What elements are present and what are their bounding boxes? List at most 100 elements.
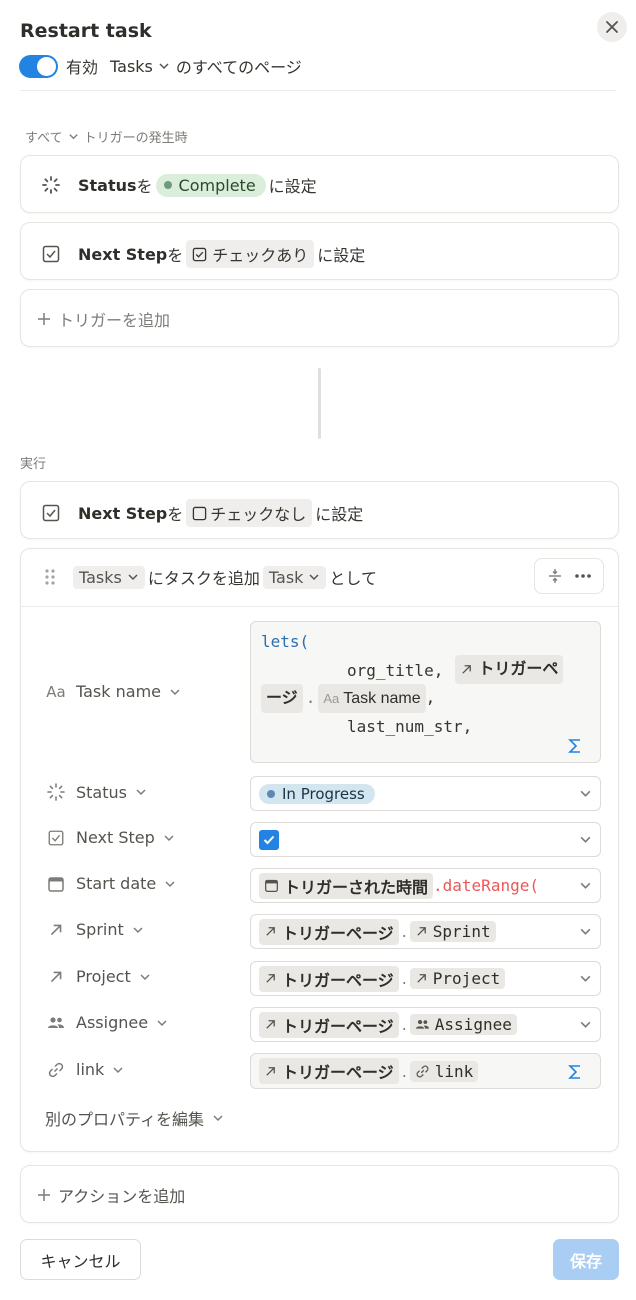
- trigger-page-chip-continued[interactable]: ージ: [261, 684, 303, 713]
- relation-arrow-icon: [266, 927, 275, 936]
- database-select[interactable]: Tasks: [110, 57, 176, 76]
- prop-label-project[interactable]: Project: [45, 967, 151, 986]
- relation-arrow-icon: [417, 974, 426, 983]
- start-date-formula[interactable]: トリガーされた時間 .dateRange(: [250, 868, 601, 903]
- drag-handle-icon[interactable]: [43, 567, 57, 587]
- enabled-label: 有効: [66, 58, 99, 77]
- formula-sigma-icon[interactable]: [568, 1064, 582, 1080]
- dialog-title: Restart task: [20, 20, 152, 42]
- prop-label-start-date[interactable]: Start date: [45, 874, 176, 893]
- trigger-page-chip[interactable]: トリガーペ: [455, 655, 564, 684]
- plus-icon: [38, 313, 50, 325]
- chevron-down-icon: [580, 928, 591, 935]
- relation-arrow-icon: [266, 1066, 275, 1076]
- trigger-suffix: に設定: [317, 246, 366, 265]
- chevron-down-icon: [580, 882, 591, 889]
- prop-label-task-name[interactable]: Aa Task name: [45, 682, 181, 701]
- prop-label-next-step[interactable]: Next Step: [45, 828, 175, 847]
- formula-sigma-icon[interactable]: [568, 738, 582, 754]
- formula-line: ージ. Aa Task name,: [261, 684, 590, 713]
- checked-checkbox[interactable]: [259, 829, 279, 850]
- link-prop-chip[interactable]: link: [409, 1060, 479, 1082]
- status-dot: [163, 181, 172, 189]
- action-suffix: に設定: [315, 505, 364, 524]
- assignee-value[interactable]: トリガーページ . Assignee: [250, 1007, 601, 1042]
- formula-var: org_title,: [347, 661, 444, 680]
- chevron-down-icon: [309, 574, 319, 581]
- project-value[interactable]: トリガーページ . Project: [250, 961, 601, 996]
- chip-text: ージ: [266, 690, 298, 707]
- split-icon[interactable]: [547, 568, 563, 584]
- link-icon: [45, 1061, 67, 1079]
- task-type-select[interactable]: Task: [262, 565, 327, 589]
- trigger-page-chip[interactable]: トリガーページ: [259, 918, 399, 945]
- sprint-value[interactable]: トリガーページ . Sprint: [250, 914, 601, 949]
- unchecked-value-chip[interactable]: チェックなし: [186, 499, 313, 527]
- prop-label-assignee[interactable]: Assignee: [45, 1013, 168, 1032]
- link-formula[interactable]: トリガーページ . link: [250, 1053, 601, 1089]
- add-action-button[interactable]: アクションを追加: [20, 1165, 619, 1223]
- relation-arrow-icon: [45, 922, 67, 938]
- checked-value-chip[interactable]: チェックあり: [186, 240, 315, 268]
- chip-text: Task name: [343, 690, 421, 707]
- close-button[interactable]: [597, 12, 627, 42]
- enabled-toggle[interactable]: [19, 54, 58, 78]
- chevron-down-icon: [165, 880, 175, 887]
- task-name-prop-chip[interactable]: Aa Task name: [318, 684, 426, 713]
- link-icon: [416, 1065, 429, 1077]
- add-task-header: Tasks にタスクを追加 Task として: [21, 549, 618, 607]
- more-options-icon[interactable]: [574, 573, 592, 579]
- action-particle: を: [167, 505, 184, 524]
- prop-label-link[interactable]: link: [45, 1060, 124, 1079]
- relation-arrow-icon: [266, 1020, 275, 1029]
- prop-label-text: Status: [76, 782, 127, 802]
- calendar-icon: [45, 875, 67, 893]
- chevron-down-icon: [128, 574, 138, 581]
- prop-label-text: Next Step: [76, 828, 155, 847]
- formula-line: last_num_str,: [347, 717, 473, 736]
- next-step-value-select[interactable]: [250, 822, 601, 857]
- scope-suffix: のすべてのページ: [175, 58, 302, 77]
- action-card-set-next-step[interactable]: Next Step を チェックなし に設定: [20, 481, 619, 539]
- action-toolbar: [534, 558, 604, 594]
- formula-line: lets(: [261, 632, 310, 651]
- prop-label-status[interactable]: Status: [45, 782, 147, 802]
- flow-connector: [318, 368, 321, 439]
- chevron-down-icon: [159, 63, 169, 70]
- prop-label-text: link: [76, 1060, 105, 1079]
- task-name-formula-editor[interactable]: lets( org_title, トリガーペ ージ. Aa Task name, la…: [250, 621, 601, 763]
- trigger-section-label[interactable]: すべて トリガーの発生時: [25, 127, 188, 146]
- prop-label-sprint[interactable]: Sprint: [45, 920, 144, 939]
- sprint-prop-chip[interactable]: Sprint: [409, 921, 496, 942]
- trigger-particle: を: [136, 177, 153, 196]
- chevron-down-icon: [113, 1066, 123, 1073]
- trigger-page-chip[interactable]: トリガーページ: [259, 1011, 399, 1038]
- checkbox-property-icon: [45, 829, 67, 847]
- database-label: Tasks: [110, 56, 153, 76]
- status-value-select[interactable]: In Progress: [250, 776, 601, 811]
- chip-text: トリガーページ: [282, 970, 394, 990]
- chip-text: Project: [432, 969, 501, 988]
- cancel-button[interactable]: キャンセル: [20, 1239, 141, 1280]
- triggered-time-chip[interactable]: トリガーされた時間: [259, 872, 434, 899]
- status-value-pill[interactable]: Complete: [155, 173, 266, 197]
- add-trigger-button[interactable]: トリガーを追加: [20, 289, 619, 347]
- assignee-prop-chip[interactable]: Assignee: [409, 1014, 517, 1035]
- edit-other-property-button[interactable]: 別のプロパティを編集: [45, 1106, 224, 1130]
- target-database-select[interactable]: Tasks: [73, 565, 145, 589]
- trigger-mode-label: すべて: [25, 131, 63, 146]
- checkmark-icon: [263, 835, 275, 844]
- trigger-card-next-step[interactable]: Next Step を チェックあり に設定: [20, 222, 619, 280]
- calendar-icon: [265, 879, 278, 892]
- trigger-page-chip[interactable]: トリガーページ: [259, 1058, 399, 1084]
- project-prop-chip[interactable]: Project: [409, 968, 506, 989]
- status-value-label: Complete: [178, 175, 256, 195]
- chip-text: トリガーページ: [282, 923, 394, 943]
- save-button[interactable]: 保存: [553, 1239, 619, 1280]
- trigger-suffix: に設定: [268, 177, 317, 196]
- trigger-card-status[interactable]: Status を Complete に設定: [20, 155, 619, 213]
- trigger-page-chip[interactable]: トリガーページ: [259, 965, 399, 992]
- chip-text: Sprint: [432, 922, 491, 941]
- chevron-down-icon: [68, 134, 78, 140]
- formula-function: .dateRange(: [433, 876, 539, 895]
